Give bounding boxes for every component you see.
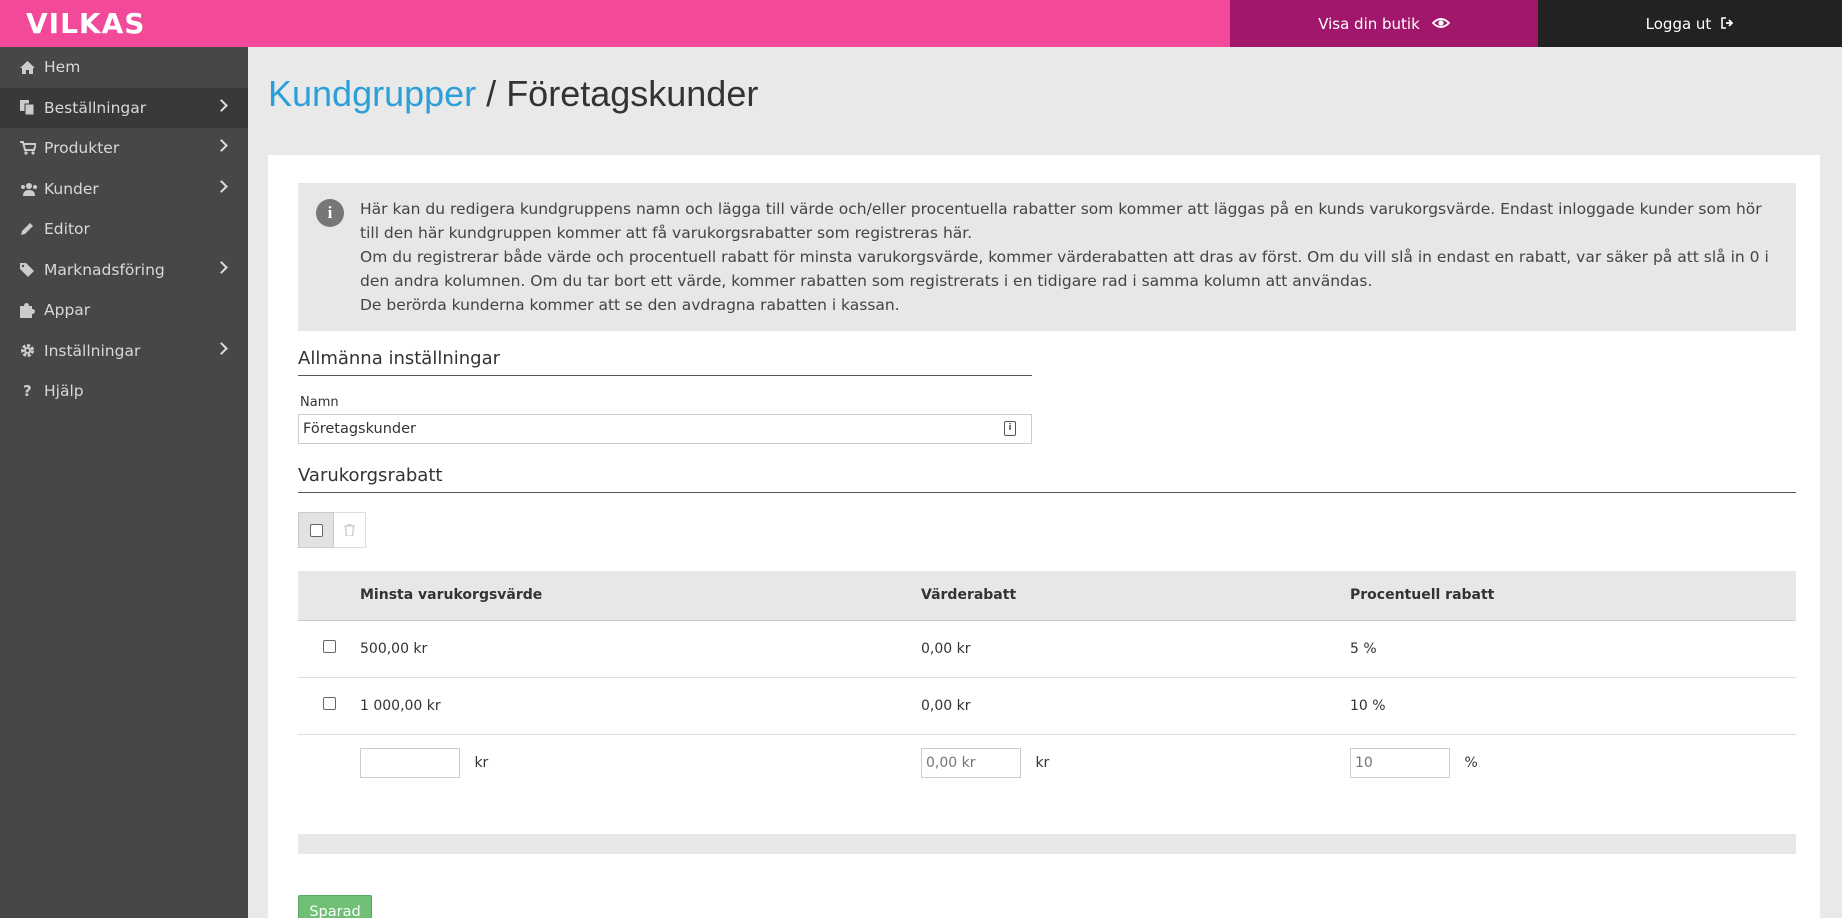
sidebar-item-marknadsforing[interactable]: Marknadsföring <box>0 250 248 291</box>
column-header-value-discount: Värderabatt <box>921 571 1350 621</box>
trash-icon <box>344 524 355 536</box>
tag-icon <box>20 262 44 277</box>
sidebar-item-appar[interactable]: Appar <box>0 290 248 331</box>
content-panel: i Här kan du redigera kundgruppens namn … <box>268 155 1820 918</box>
gear-icon <box>20 343 44 358</box>
sidebar-item-installningar[interactable]: Inställningar <box>0 331 248 372</box>
vilkas-logo[interactable]: VILKAS <box>26 7 145 40</box>
row-checkbox[interactable] <box>322 640 336 653</box>
percent-discount-cell: 10 % <box>1350 677 1796 735</box>
table-footer <box>298 834 1796 854</box>
sidebar-item-label: Editor <box>44 220 90 239</box>
show-store-label: Visa din butik <box>1318 14 1420 33</box>
chevron-right-icon <box>215 341 228 355</box>
sidebar-item-editor[interactable]: Editor <box>0 209 248 250</box>
info-paragraph: Om du registrerar både värde och procent… <box>360 248 1769 290</box>
sidebar-item-label: Inställningar <box>44 341 141 360</box>
main-content: Kundgrupper / Företagskunder i Här kan d… <box>248 47 1842 918</box>
sidebar-item-label: Appar <box>44 301 91 320</box>
sidebar-item-label: Marknadsföring <box>44 260 165 279</box>
logout-button[interactable]: Logga ut <box>1538 0 1842 47</box>
new-percent-discount-input[interactable] <box>1350 747 1450 778</box>
orders-icon <box>20 100 44 116</box>
info-paragraph: De berörda kunderna kommer att se den av… <box>360 296 900 314</box>
value-discount-cell: 0,00 kr <box>921 620 1350 678</box>
chevron-right-icon <box>215 98 228 112</box>
discount-table: Minsta varukorgsvärde Värderabatt Procen… <box>298 571 1796 791</box>
sidebar-item-produkter[interactable]: Produkter <box>0 128 248 169</box>
kr-unit-label: kr <box>474 754 489 771</box>
table-row: 500,00 kr 0,00 kr 5 % <box>298 620 1796 678</box>
cart-discount-heading: Varukorgsrabatt <box>298 465 1796 493</box>
chevron-right-icon <box>215 260 228 274</box>
sidebar-item-hem[interactable]: Hem <box>0 47 248 88</box>
checkbox-column-header <box>298 571 360 621</box>
min-value-cell: 1 000,00 kr <box>360 677 921 735</box>
sidebar-item-label: Kunder <box>44 179 99 198</box>
users-icon <box>20 182 44 196</box>
new-value-discount-cell: kr <box>921 734 1350 791</box>
kr-unit-label: kr <box>1035 754 1050 771</box>
home-icon <box>20 60 44 74</box>
value-discount-cell: 0,00 kr <box>921 677 1350 735</box>
sidebar-item-label: Hem <box>44 58 81 77</box>
checkbox-icon <box>309 523 323 537</box>
chevron-right-icon <box>215 139 228 152</box>
eye-icon <box>1431 15 1451 33</box>
table-header-row: Minsta varukorgsvärde Värderabatt Procen… <box>298 571 1796 621</box>
new-percent-discount-cell: % <box>1350 734 1796 791</box>
new-discount-row: kr kr % <box>298 734 1796 791</box>
sidebar-item-label: Produkter <box>44 139 120 158</box>
select-all-checkbox[interactable] <box>298 512 334 548</box>
info-box: i Här kan du redigera kundgruppens namn … <box>298 183 1796 331</box>
pencil-icon <box>20 222 44 236</box>
logout-label: Logga ut <box>1645 14 1712 33</box>
breadcrumb-separator: / <box>476 73 507 114</box>
row-checkbox-cell <box>298 620 360 678</box>
puzzle-icon <box>20 302 44 318</box>
min-value-cell: 500,00 kr <box>360 620 921 678</box>
breadcrumb: Kundgrupper / Företagskunder <box>268 73 758 115</box>
cart-icon <box>20 141 44 155</box>
page-title: Företagskunder <box>506 73 759 114</box>
info-icon: i <box>316 199 344 227</box>
chevron-right-icon <box>215 179 228 193</box>
sidebar-item-kunder[interactable]: Kunder <box>0 169 248 210</box>
sidebar-item-label: Beställningar <box>44 98 147 117</box>
new-min-value-input[interactable] <box>360 747 460 778</box>
new-min-value-cell: kr <box>360 734 921 791</box>
percent-discount-cell: 5 % <box>1350 620 1796 678</box>
percent-unit-label: % <box>1464 754 1478 771</box>
name-label: Namn <box>300 395 339 410</box>
row-checkbox-cell <box>298 677 360 735</box>
save-button[interactable]: Sparad <box>298 895 372 918</box>
name-input[interactable] <box>298 414 1032 444</box>
sidebar-item-hjalp[interactable]: ? Hjälp <box>0 371 248 412</box>
delete-button[interactable] <box>334 512 366 548</box>
sidebar-item-label: Hjälp <box>44 382 84 401</box>
new-value-discount-input[interactable] <box>921 747 1021 778</box>
bulk-action-group <box>298 512 366 548</box>
question-icon: ? <box>23 382 32 401</box>
breadcrumb-parent-link[interactable]: Kundgrupper <box>268 73 476 114</box>
sign-out-icon <box>1721 15 1734 33</box>
info-paragraph: Här kan du redigera kundgruppens namn oc… <box>360 200 1762 242</box>
column-header-percent-discount: Procentuell rabatt <box>1350 571 1796 621</box>
sidebar-item-bestallningar[interactable]: Beställningar <box>0 87 248 128</box>
top-bar: VILKAS Visa din butik Logga ut <box>0 0 1842 47</box>
table-row: 1 000,00 kr 0,00 kr 10 % <box>298 677 1796 735</box>
sidebar: Hem Beställningar Produkter Kunder Edito… <box>0 47 248 918</box>
show-store-button[interactable]: Visa din butik <box>1230 0 1538 47</box>
contact-card-icon[interactable]: i <box>1004 421 1016 436</box>
empty-cell <box>298 734 360 791</box>
general-settings-heading: Allmänna inställningar <box>298 348 1032 376</box>
row-checkbox[interactable] <box>322 697 336 710</box>
column-header-min-value: Minsta varukorgsvärde <box>360 571 921 621</box>
